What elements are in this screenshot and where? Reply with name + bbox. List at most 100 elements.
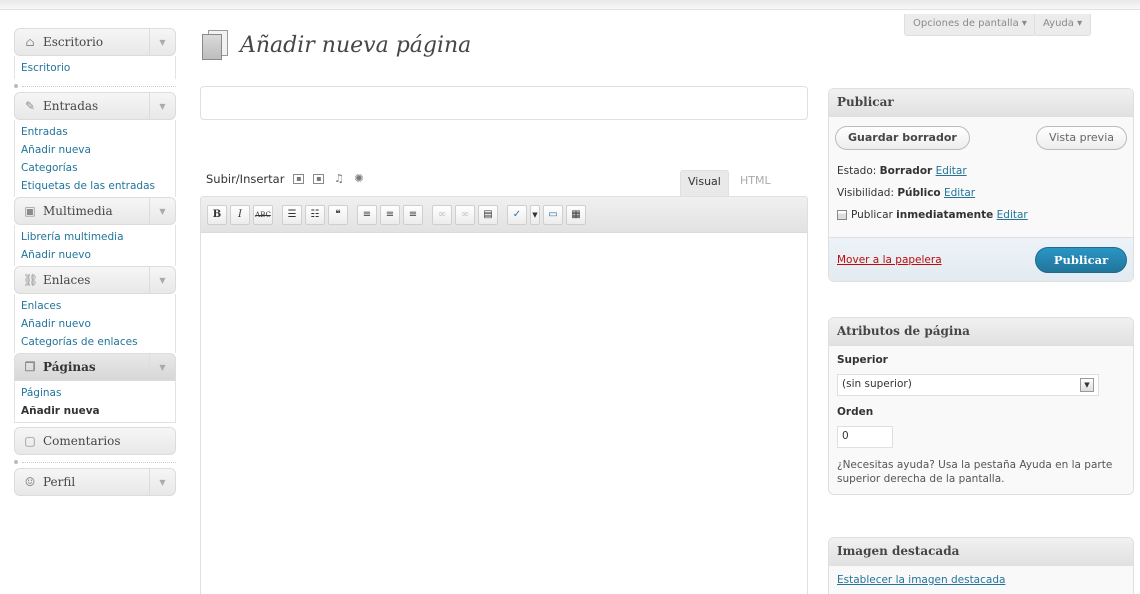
screen-options-button[interactable]: Opciones de pantalla ▾ xyxy=(904,14,1036,36)
save-draft-button[interactable]: Guardar borrador xyxy=(835,126,970,150)
submenu-item[interactable]: Enlaces xyxy=(21,297,175,315)
menu-perfil[interactable]: ☺ Perfil ▼ xyxy=(14,468,176,496)
italic-glyph: I xyxy=(238,209,242,220)
menu-multimedia[interactable]: ▣ Multimedia ▼ xyxy=(14,197,176,225)
chevron-down-icon[interactable]: ▼ xyxy=(1080,378,1094,392)
schedule-label: Publicar xyxy=(851,209,893,221)
submenu-item[interactable]: Librería multimedia xyxy=(21,228,175,246)
menu-paginas[interactable]: ❐ Páginas ▼ xyxy=(14,353,176,381)
kitchen-sink-icon[interactable]: ▦ xyxy=(566,204,586,225)
preview-button[interactable]: Vista previa xyxy=(1036,126,1127,150)
menu-entradas[interactable]: ✎ Entradas ▼ xyxy=(14,92,176,120)
submenu-item[interactable]: Añadir nuevo xyxy=(21,315,175,333)
blockquote-icon[interactable]: ❝ xyxy=(328,204,348,225)
content-editor[interactable]: B I ABC ☰ ☷ ❝ ≡ ≡ ≡ ∞ ∞ ▤ ✓ ▼ ▭ ▦ xyxy=(200,196,808,594)
submenu-item[interactable]: Categorías de enlaces xyxy=(21,333,175,351)
submenu-escritorio: Escritorio xyxy=(14,56,176,79)
status-value: Borrador xyxy=(879,165,933,177)
submenu-item[interactable]: Páginas xyxy=(21,384,175,402)
submenu-item[interactable]: Escritorio xyxy=(21,59,175,77)
link-icon: ⛓ xyxy=(23,273,39,287)
schedule-value: inmediatamente xyxy=(896,209,994,221)
visibility-value: Público xyxy=(897,187,941,199)
chevron-down-icon[interactable]: ▼ xyxy=(149,29,175,55)
menu-label: Multimedia xyxy=(43,204,113,218)
submenu-enlaces: Enlaces Añadir nuevo Categorías de enlac… xyxy=(14,294,176,353)
menu-label: Páginas xyxy=(43,360,96,374)
featured-image-title[interactable]: Imagen destacada xyxy=(829,538,1133,566)
menu-enlaces[interactable]: ⛓ Enlaces ▼ xyxy=(14,266,176,294)
add-image-icon[interactable]: ▪ xyxy=(293,174,305,184)
publish-button[interactable]: Publicar xyxy=(1035,246,1127,273)
menu-comentarios[interactable]: ▢ Comentarios xyxy=(14,427,176,455)
chevron-down-icon[interactable]: ▼ xyxy=(149,469,175,495)
dashboard-icon: ⌂ xyxy=(25,35,35,49)
tab-visual[interactable]: Visual xyxy=(680,170,729,196)
visibility-row: Visibilidad: Público Editar xyxy=(837,183,1125,205)
bold-button[interactable]: B xyxy=(207,204,227,225)
comment-icon: ▢ xyxy=(24,434,36,448)
edit-status-link[interactable]: Editar xyxy=(936,165,967,177)
status-label: Estado: xyxy=(837,165,877,177)
title-input[interactable] xyxy=(200,86,808,120)
page-title: Añadir nueva página xyxy=(240,32,472,58)
menu-label: Perfil xyxy=(43,475,76,489)
editor-toolbar: B I ABC ☰ ☷ ❝ ≡ ≡ ≡ ∞ ∞ ▤ ✓ ▼ ▭ ▦ xyxy=(201,197,807,233)
chevron-down-icon[interactable]: ▼ xyxy=(149,93,175,119)
submenu-item-current[interactable]: Añadir nueva xyxy=(21,402,175,420)
menu-escritorio[interactable]: ⌂ Escritorio ▼ xyxy=(14,28,176,56)
strike-glyph: ABC xyxy=(255,210,271,219)
help-label: Ayuda xyxy=(1043,18,1074,29)
order-input[interactable]: 0 xyxy=(837,426,893,448)
align-right-icon[interactable]: ≡ xyxy=(403,204,423,225)
schedule-row: Publicar inmediatamente Editar xyxy=(837,205,1125,227)
fullscreen-icon[interactable]: ▭ xyxy=(543,204,563,225)
italic-button[interactable]: I xyxy=(230,204,250,225)
status-row: Estado: Borrador Editar xyxy=(837,161,1125,183)
submenu-item[interactable]: Añadir nuevo xyxy=(21,246,175,264)
add-audio-icon[interactable]: ♫ xyxy=(333,173,344,184)
add-media-icon[interactable]: ✺ xyxy=(353,173,364,184)
submenu-multimedia: Librería multimedia Añadir nuevo xyxy=(14,225,176,266)
spellcheck-icon[interactable]: ✓ xyxy=(507,204,527,225)
menu-label: Enlaces xyxy=(43,273,91,287)
set-featured-image-link[interactable]: Establecer la imagen destacada xyxy=(829,566,1133,594)
help-button[interactable]: Ayuda ▾ xyxy=(1034,14,1092,36)
move-to-trash-link[interactable]: Mover a la papelera xyxy=(837,254,942,266)
top-bar xyxy=(0,0,1140,10)
submenu-item[interactable]: Categorías xyxy=(21,159,175,177)
bullet-list-icon[interactable]: ☰ xyxy=(282,204,302,225)
unlink-icon[interactable]: ∞ xyxy=(455,204,475,225)
submenu-item[interactable]: Entradas xyxy=(21,123,175,141)
strikethrough-button[interactable]: ABC xyxy=(253,204,273,225)
edit-visibility-link[interactable]: Editar xyxy=(944,187,975,199)
submenu-item[interactable]: Añadir nueva xyxy=(21,141,175,159)
pages-icon xyxy=(202,30,230,60)
parent-select[interactable]: (sin superior) ▼ xyxy=(837,374,1099,396)
chevron-down-icon[interactable]: ▼ xyxy=(530,204,540,225)
align-left-icon[interactable]: ≡ xyxy=(357,204,377,225)
add-video-icon[interactable]: ▪ xyxy=(313,174,325,184)
align-center-icon[interactable]: ≡ xyxy=(380,204,400,225)
chevron-down-icon[interactable]: ▼ xyxy=(149,267,175,293)
submenu-item[interactable]: Etiquetas de las entradas xyxy=(21,177,175,195)
publish-box-title[interactable]: Publicar xyxy=(829,89,1133,117)
publish-box: Publicar Guardar borrador Vista previa E… xyxy=(828,88,1134,282)
upload-insert-bar: Subir/Insertar ▪ ▪ ♫ ✺ xyxy=(206,172,364,186)
chevron-down-icon[interactable]: ▼ xyxy=(149,354,175,380)
menu-label: Escritorio xyxy=(43,35,104,49)
chevron-down-icon[interactable]: ▼ xyxy=(149,198,175,224)
admin-menu: ⌂ Escritorio ▼ Escritorio ✎ Entradas ▼ E… xyxy=(14,28,176,496)
edit-schedule-link[interactable]: Editar xyxy=(997,209,1028,221)
order-label: Orden xyxy=(837,406,874,418)
screen-options-label: Opciones de pantalla xyxy=(913,18,1019,29)
upload-label: Subir/Insertar xyxy=(206,172,285,186)
tab-html[interactable]: HTML xyxy=(740,174,771,187)
parent-select-value: (sin superior) xyxy=(842,378,912,390)
numbered-list-icon[interactable]: ☷ xyxy=(305,204,325,225)
pin-icon: ✎ xyxy=(24,99,36,113)
page-attributes-title[interactable]: Atributos de página xyxy=(829,318,1133,346)
more-tag-icon[interactable]: ▤ xyxy=(478,204,498,225)
publish-actions: Mover a la papelera Publicar xyxy=(829,237,1133,281)
link-icon[interactable]: ∞ xyxy=(432,204,452,225)
